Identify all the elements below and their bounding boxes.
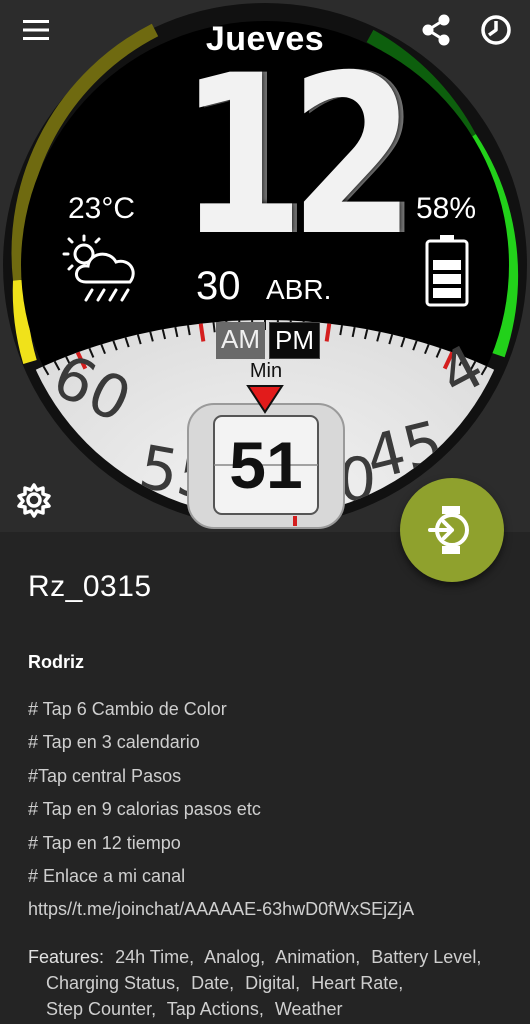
pm-label: PM <box>269 322 320 359</box>
description-line: # Tap en 9 calorias pasos etc <box>28 799 261 820</box>
date-month: ABR. <box>266 274 332 305</box>
dial-tick <box>512 381 517 392</box>
channel-link[interactable]: https//t.me/joinchat/AAAAAE-63hwD0fWxSEj… <box>28 898 508 931</box>
watch-face-preview: 60 55 50 45 4 Jueves 12 23°C <box>0 0 530 532</box>
dial-tick <box>20 376 28 386</box>
feature-item: Digital, <box>245 973 301 993</box>
feature-item: Animation, <box>275 947 361 967</box>
feature-item: Battery Level, <box>371 947 482 967</box>
date-day: 30 <box>196 264 241 308</box>
dial-tick <box>13 381 18 392</box>
description-line: # Tap en 3 calendario <box>28 732 200 753</box>
feature-item: Date, <box>191 973 235 993</box>
battery-percentage: 58% <box>416 192 477 225</box>
clock-history-icon[interactable] <box>478 12 514 48</box>
share-icon[interactable] <box>418 12 454 48</box>
gear-icon[interactable] <box>14 480 54 520</box>
hamburger-menu-icon[interactable] <box>18 12 54 48</box>
feature-item: Analog, <box>204 947 266 967</box>
feature-item: Weather <box>274 999 343 1019</box>
watch-install-icon <box>428 506 469 554</box>
features-list: Features: 24h Time, Analog, Animation, B… <box>28 944 518 1022</box>
description-line: #Tap central Pasos <box>28 765 182 786</box>
temperature: 23°C <box>68 192 136 225</box>
dial-tick <box>212 322 216 333</box>
feature-item: Charging Status, <box>46 973 181 993</box>
partly-cloudy-rain-icon <box>62 234 135 302</box>
dial-tick <box>0 388 6 396</box>
watch-face-title: Rz_0315 <box>28 570 152 603</box>
feature-item: Tap Actions, <box>166 999 264 1019</box>
am-pm-indicator: AM PM <box>216 322 320 359</box>
dial-tick-major <box>198 323 206 342</box>
minute-label: Min <box>249 360 283 382</box>
battery-icon <box>425 235 469 307</box>
install-on-watch-button[interactable] <box>400 478 504 582</box>
description-line: # Tap 6 Cambio de Color <box>28 699 227 719</box>
hour-display: 12 <box>178 28 415 284</box>
description: # Tap 6 Cambio de Color # Tap en 3 calen… <box>28 698 508 932</box>
feature-item: Step Counter, <box>46 999 157 1019</box>
author-name[interactable]: Rodriz <box>28 652 84 673</box>
feature-item: Heart Rate, <box>311 973 404 993</box>
description-line: # Tap en 12 tiempo <box>28 832 181 853</box>
am-label: AM <box>216 322 265 359</box>
description-line: # Enlace a mi canal <box>28 865 186 886</box>
watch-face-details: Rz_0315 Rodriz # Tap 6 Cambio de Color #… <box>0 532 530 1024</box>
dial-tick <box>524 388 530 396</box>
features-label: Features: <box>28 947 105 967</box>
minute-value: 51 <box>229 428 303 502</box>
feature-item: 24h Time, <box>115 947 195 967</box>
dial-tick-major <box>324 323 332 342</box>
dial-tick <box>502 376 510 386</box>
